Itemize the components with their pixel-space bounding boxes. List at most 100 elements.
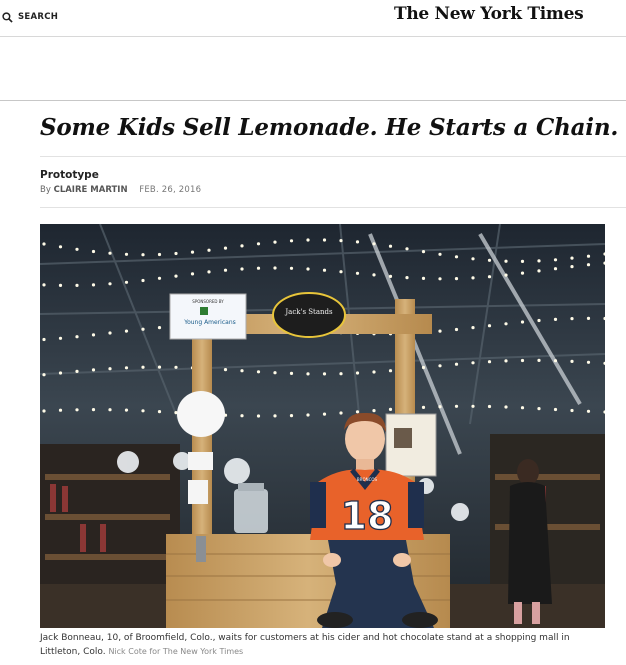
article-date: FEB. 26, 2016 <box>139 185 202 195</box>
string-light <box>124 329 129 333</box>
string-light <box>537 269 541 273</box>
string-light <box>42 283 46 287</box>
string-light <box>108 331 112 335</box>
string-light <box>141 253 145 257</box>
byline-author[interactable]: CLAIRE MARTIN <box>54 185 128 195</box>
article-headline: Some Kids Sell Lemonade. He Starts a Cha… <box>40 114 619 141</box>
string-light <box>240 267 244 271</box>
string-light <box>174 251 178 256</box>
string-light <box>58 283 63 287</box>
string-light <box>421 250 426 254</box>
string-light <box>570 408 574 413</box>
string-light <box>553 317 558 321</box>
string-light <box>388 274 393 278</box>
string-light <box>174 274 178 278</box>
string-light <box>256 242 261 246</box>
string-light <box>91 368 96 372</box>
string-light <box>570 256 574 260</box>
string-light <box>75 247 79 251</box>
string-light <box>124 408 129 412</box>
string-light <box>586 409 591 413</box>
string-light <box>471 276 475 280</box>
string-light <box>306 413 310 417</box>
photo-illustration: SPONSORED BY Young Americans Jack's Stan… <box>40 224 605 628</box>
string-light <box>471 361 475 365</box>
string-light <box>438 252 442 256</box>
string-light <box>586 254 591 258</box>
string-light <box>207 248 211 252</box>
string-light <box>553 407 558 412</box>
string-light <box>553 258 558 262</box>
string-light <box>91 408 96 412</box>
string-light <box>322 238 327 242</box>
string-light <box>91 333 96 337</box>
string-light <box>240 414 244 418</box>
string-light <box>306 238 310 242</box>
string-light <box>454 327 459 332</box>
string-light <box>487 275 492 279</box>
string-light <box>108 251 112 255</box>
string-light <box>339 372 343 376</box>
string-light <box>273 240 277 244</box>
string-light <box>273 266 277 270</box>
string-light <box>372 273 376 277</box>
article-photo: SPONSORED BY Young Americans Jack's Stan… <box>40 224 605 628</box>
string-light <box>372 409 376 413</box>
string-light <box>421 405 426 409</box>
string-light <box>339 239 343 243</box>
string-light <box>223 368 228 372</box>
article-kicker[interactable]: Prototype <box>40 169 99 181</box>
string-light <box>223 246 228 250</box>
string-light <box>289 371 294 375</box>
search-icon <box>2 11 13 23</box>
string-light <box>388 407 393 411</box>
string-light <box>537 318 541 323</box>
string-light <box>355 371 360 375</box>
string-light <box>58 408 63 412</box>
string-light <box>42 373 46 377</box>
search-label: SEARCH <box>18 12 59 22</box>
jersey-brand: BRONCOS <box>357 477 378 482</box>
masthead-logo[interactable]: The New York Times <box>394 4 584 24</box>
string-light <box>504 259 508 263</box>
string-light <box>405 276 409 280</box>
string-light <box>487 404 492 409</box>
string-light <box>520 259 525 263</box>
photo-credit: Nick Cote for The New York Times <box>108 647 244 656</box>
string-light <box>42 242 46 246</box>
string-light <box>471 326 475 330</box>
string-light <box>438 405 442 409</box>
string-light <box>504 405 508 409</box>
string-light <box>487 360 492 364</box>
string-light <box>141 365 145 369</box>
ad-banner-area <box>0 37 626 101</box>
string-light <box>405 247 409 251</box>
string-light <box>42 337 46 342</box>
string-light <box>157 326 162 330</box>
string-light <box>124 280 129 284</box>
sponsor-sign-name: Young Americans <box>183 319 236 326</box>
string-light <box>421 276 426 280</box>
jersey-number: 18 <box>341 494 394 538</box>
string-light <box>520 320 525 324</box>
search-button[interactable]: SEARCH <box>2 9 58 25</box>
string-light <box>388 244 393 248</box>
string-light <box>306 372 310 376</box>
string-light <box>504 322 508 326</box>
string-light <box>240 244 244 248</box>
string-light <box>58 336 63 340</box>
string-light <box>372 370 376 374</box>
string-light <box>75 335 79 339</box>
string-light <box>487 258 492 262</box>
string-light <box>322 268 327 272</box>
string-light <box>570 317 574 321</box>
string-light <box>58 371 63 375</box>
string-light <box>190 272 195 276</box>
string-light <box>355 410 360 414</box>
photo-caption: Jack Bonneau, 10, of Broomfield, Colo., … <box>40 632 600 659</box>
string-light <box>75 369 79 373</box>
string-light <box>124 252 129 256</box>
string-light <box>454 404 459 408</box>
string-light <box>256 414 261 418</box>
string-light <box>537 259 541 263</box>
